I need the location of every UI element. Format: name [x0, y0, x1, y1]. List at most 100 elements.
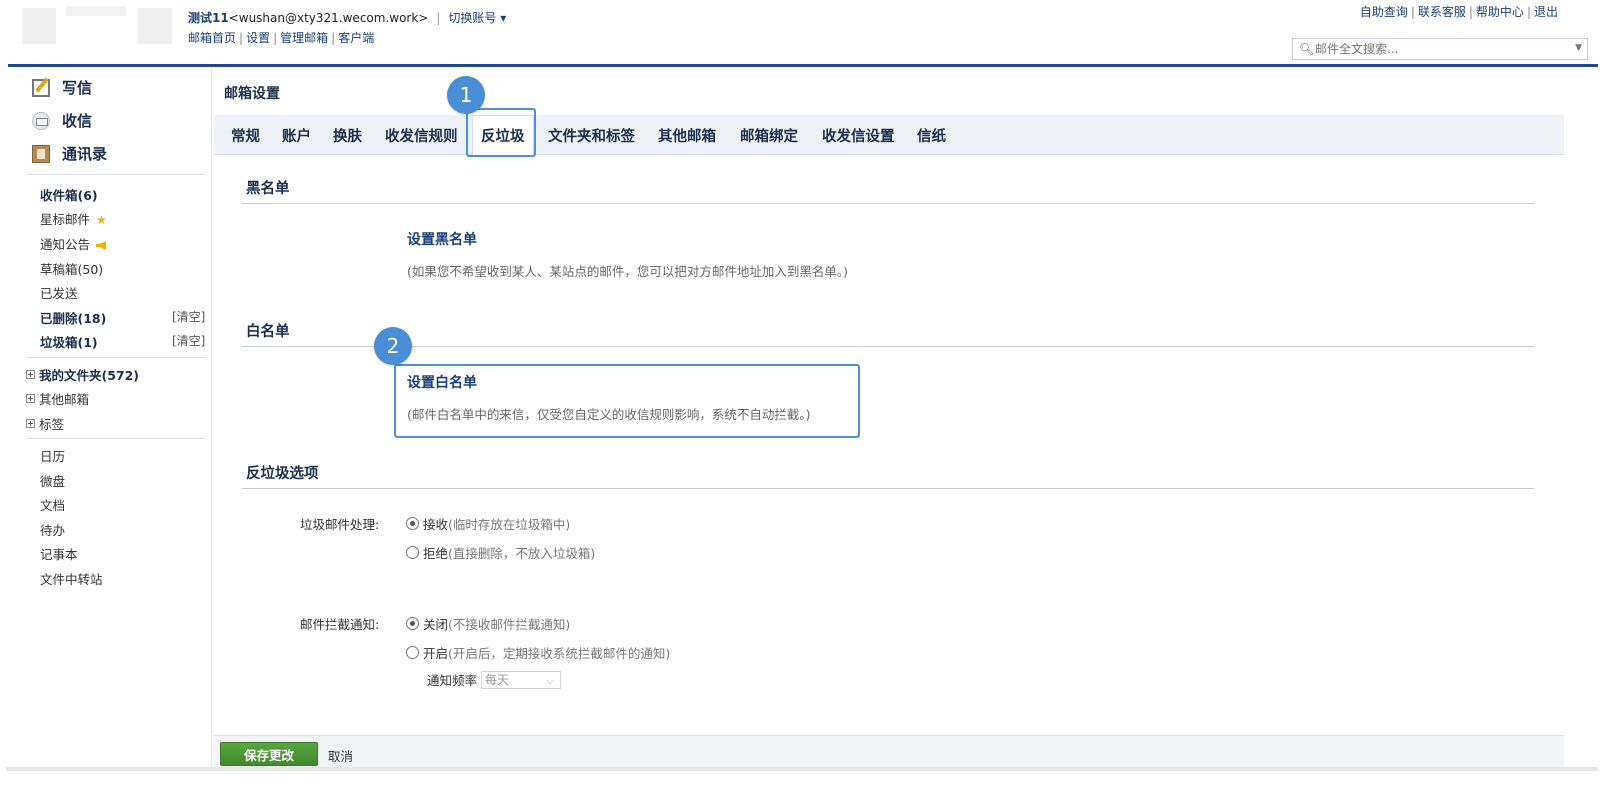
other-mailboxes-label: 其他邮箱 — [39, 392, 90, 407]
step-2-badge: 2 — [374, 327, 412, 365]
spam-accept-hint: (临时存放在垃圾箱中) — [448, 517, 571, 532]
link-settings[interactable]: 设置 — [246, 31, 270, 45]
sidebar-item-deleted[interactable]: 已删除(18) — [40, 308, 106, 327]
tab-other-mailboxes[interactable]: 其他邮箱 — [658, 125, 716, 146]
sidebar-item-drive[interactable]: 微盘 — [40, 471, 65, 490]
separator: | — [436, 11, 441, 25]
speaker-icon — [96, 241, 107, 250]
starred-label: 星标邮件 — [40, 212, 91, 227]
save-changes-button[interactable]: 保存更改 — [220, 742, 318, 766]
separator: | — [273, 31, 278, 45]
compose-icon — [32, 78, 50, 97]
spam-accept-label: 接收 — [423, 517, 449, 532]
sidebar-item-inbox[interactable]: 收件箱(6) — [40, 185, 98, 204]
caret-down-icon: ▾ — [500, 11, 507, 25]
sidebar-item-starred[interactable]: 星标邮件 ★ — [40, 209, 107, 228]
tab-folders-labels[interactable]: 文件夹和标签 — [548, 125, 635, 146]
notify-on-radio[interactable] — [406, 646, 419, 659]
user-info: 测试11<wushan@xty321.wecom.work> | 切换账号 ▾ — [188, 9, 506, 26]
divider — [26, 357, 206, 358]
blacklist-note: (如果您不希望收到某人、某站点的邮件，您可以把对方邮件地址加入到黑名单。) — [407, 264, 849, 279]
receive-button[interactable]: 收信 — [32, 110, 92, 131]
compose-button[interactable]: 写信 — [32, 77, 92, 98]
notify-on-option[interactable]: 开启 (开启后，定期接收系统拦截邮件的通知) — [406, 643, 670, 662]
notify-frequency-select[interactable]: 每天 ⌵ — [481, 670, 562, 689]
separator: | — [1468, 5, 1473, 19]
divider — [26, 438, 206, 439]
link-customer-service[interactable]: 联系客服 — [1418, 5, 1466, 19]
sidebar-tree-tags[interactable]: 标签 — [26, 414, 64, 433]
clear-spam-link[interactable]: [清空] — [172, 332, 205, 349]
expand-icon[interactable] — [26, 394, 35, 403]
link-help-center[interactable]: 帮助中心 — [1476, 5, 1524, 19]
spam-accept-option[interactable]: 接收 (临时存放在垃圾箱中) — [406, 514, 570, 533]
spam-reject-radio[interactable] — [406, 546, 419, 559]
antispam-tab-highlight — [466, 108, 536, 157]
sidebar-item-drafts[interactable]: 草稿箱(50) — [40, 259, 103, 278]
separator: | — [1526, 5, 1531, 19]
link-logout[interactable]: 退出 — [1534, 5, 1558, 19]
notify-on-hint: (开启后，定期接收系统拦截邮件的通知) — [448, 646, 671, 661]
link-self-service[interactable]: 自助查询 — [1360, 5, 1408, 19]
chevron-down-icon: ⌵ — [546, 675, 555, 687]
logo-placeholder — [22, 8, 56, 44]
inbox-icon — [32, 111, 50, 130]
frame-shadow — [6, 767, 1598, 771]
separator: | — [1410, 5, 1415, 19]
tab-skin[interactable]: 换肤 — [333, 125, 362, 146]
cancel-link[interactable]: 取消 — [328, 746, 353, 765]
spam-accept-radio[interactable] — [406, 517, 419, 530]
sidebar-tree-my-folders[interactable]: 我的文件夹(572) — [26, 365, 139, 384]
search-input[interactable] — [1315, 40, 1565, 58]
tab-send-receive-settings[interactable]: 收发信设置 — [822, 125, 895, 146]
notify-frequency-value: 每天 — [485, 672, 510, 687]
notify-off-hint: (不接收邮件拦截通知) — [448, 617, 571, 632]
whitelist-title: 白名单 — [246, 324, 290, 340]
user-email: <wushan@xty321.wecom.work> — [228, 11, 429, 25]
header-links: 邮箱首页 | 设置 | 管理邮箱 | 客户端 — [188, 29, 374, 46]
section-divider — [242, 488, 1534, 489]
section-divider — [242, 346, 1534, 347]
blacklist-title: 黑名单 — [246, 181, 290, 197]
separator: | — [239, 31, 244, 45]
spam-reject-option[interactable]: 拒绝 (直接删除，不放入垃圾箱) — [406, 543, 595, 562]
clear-deleted-link[interactable]: [清空] — [172, 308, 205, 325]
link-client[interactable]: 客户端 — [338, 31, 374, 45]
sidebar-tree-other-mailboxes[interactable]: 其他邮箱 — [26, 389, 89, 408]
sidebar-item-file-transfer[interactable]: 文件中转站 — [40, 569, 103, 588]
switch-account-link[interactable]: 切换账号 ▾ — [448, 11, 506, 25]
expand-icon[interactable] — [26, 419, 35, 428]
sidebar-item-sent[interactable]: 已发送 — [40, 283, 78, 302]
compose-label: 写信 — [62, 79, 93, 97]
notify-off-radio[interactable] — [406, 617, 419, 630]
star-icon: ★ — [96, 213, 107, 227]
chevron-down-icon[interactable]: ▼ — [1575, 43, 1582, 53]
step-1-badge: 1 — [447, 76, 485, 114]
sidebar-item-notes[interactable]: 记事本 — [40, 544, 78, 563]
top-header: 测试11<wushan@xty321.wecom.work> | 切换账号 ▾ 邮箱… — [0, 0, 1602, 64]
divider — [26, 174, 206, 175]
set-blacklist-link[interactable]: 设置黑名单 — [407, 229, 477, 249]
link-mail-home[interactable]: 邮箱首页 — [188, 31, 236, 45]
expand-icon[interactable] — [26, 370, 35, 379]
top-right-links: 自助查询 | 联系客服 | 帮助中心 | 退出 — [1360, 3, 1558, 20]
link-manage-mailbox[interactable]: 管理邮箱 — [280, 31, 328, 45]
sidebar-item-calendar[interactable]: 日历 — [40, 446, 65, 465]
notify-off-option[interactable]: 关闭 (不接收邮件拦截通知) — [406, 614, 570, 633]
contacts-button[interactable]: 通讯录 — [32, 143, 107, 164]
sidebar-item-todo[interactable]: 待办 — [40, 520, 65, 539]
sidebar-item-spam[interactable]: 垃圾箱(1) — [40, 332, 98, 351]
search-box[interactable]: 🔍︎ ▼ — [1292, 38, 1588, 60]
receive-label: 收信 — [62, 112, 93, 130]
notify-frequency-label: 通知频率 — [427, 673, 478, 688]
tab-general[interactable]: 常规 — [231, 125, 260, 146]
sidebar-item-announcements[interactable]: 通知公告 — [40, 234, 107, 253]
notify-off-label: 关闭 — [423, 617, 449, 632]
tab-mailbox-binding[interactable]: 邮箱绑定 — [740, 125, 798, 146]
tab-account[interactable]: 账户 — [282, 125, 311, 146]
block-notify-label: 邮件拦截通知: — [300, 617, 380, 632]
tab-mail-rules[interactable]: 收发信规则 — [385, 125, 458, 146]
tab-stationery[interactable]: 信纸 — [917, 125, 946, 146]
sidebar-item-docs[interactable]: 文档 — [40, 495, 65, 514]
sidebar: 写信 收信 通讯录 收件箱(6) 星标邮件 ★ 通知公告 草稿箱(50) 已发送 … — [8, 67, 212, 767]
